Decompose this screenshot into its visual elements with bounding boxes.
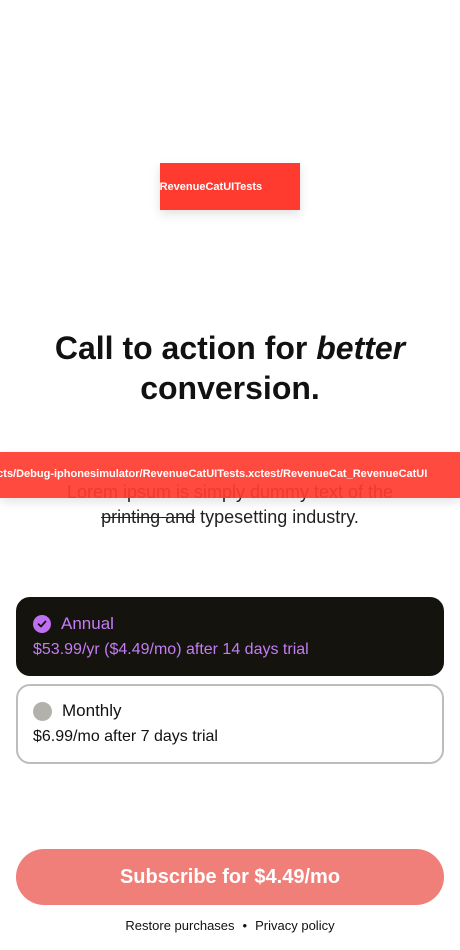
- subtitle-line2: typesetting industry.: [195, 507, 359, 527]
- title-emphasis: better: [316, 330, 406, 366]
- debug-path-banner-top: ulator/RevenueCatUITests: [160, 163, 300, 210]
- checkmark-circle-icon: [33, 615, 51, 633]
- package-option-annual[interactable]: Annual $53.99/yr ($4.49/mo) after 14 day…: [16, 597, 444, 676]
- package-name-annual: Annual: [61, 614, 114, 633]
- package-price-monthly: $6.99/mo after 7 days trial: [33, 728, 218, 745]
- debug-path-text-top: ulator/RevenueCatUITests: [160, 180, 263, 193]
- title-part2: conversion.: [140, 370, 320, 406]
- page-title: Call to action for better conversion.: [0, 328, 460, 408]
- subtitle-strikethrough: printing and: [101, 507, 196, 527]
- footer-separator: •: [242, 918, 248, 933]
- package-header-monthly: Monthly: [33, 701, 122, 721]
- subscribe-button[interactable]: Subscribe for $4.49/mo: [16, 849, 444, 905]
- empty-circle-icon: [33, 701, 52, 721]
- footer-links: Restore purchases • Privacy policy: [0, 918, 460, 933]
- package-name-monthly: Monthly: [62, 701, 122, 720]
- package-header-annual: Annual: [33, 614, 114, 634]
- restore-purchases-link[interactable]: Restore purchases: [125, 918, 234, 933]
- title-part1: Call to action for: [54, 330, 317, 366]
- privacy-policy-link[interactable]: Privacy policy: [255, 918, 334, 933]
- package-option-monthly[interactable]: Monthly $6.99/mo after 7 days trial: [16, 684, 444, 764]
- debug-path-banner-middle: oducts/Debug-iphonesimulator/RevenueCatU…: [0, 452, 460, 498]
- debug-path-text-middle: oducts/Debug-iphonesimulator/RevenueCatU…: [0, 468, 428, 480]
- package-price-annual: $53.99/yr ($4.49/mo) after 14 days trial: [33, 641, 309, 658]
